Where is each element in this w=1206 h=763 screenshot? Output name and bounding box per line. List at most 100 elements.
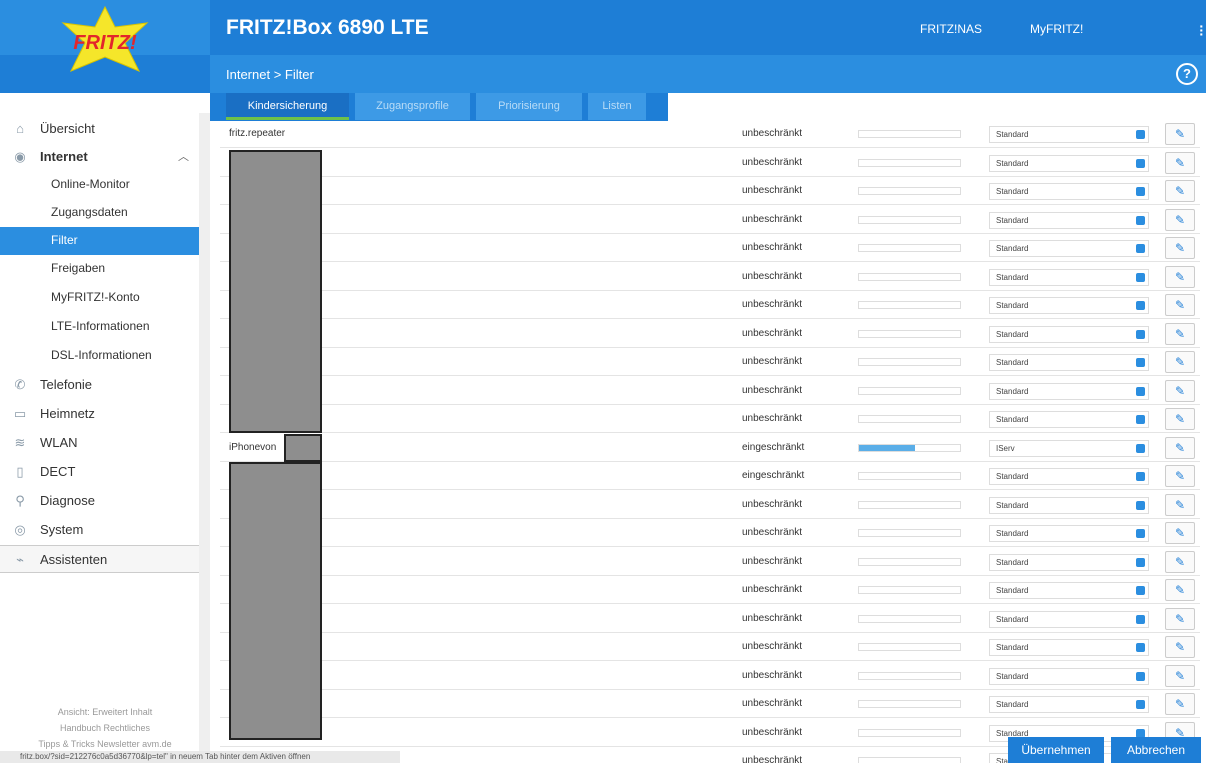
footer-links-tips[interactable]: Tipps & Tricks Newsletter avm.de xyxy=(0,739,210,749)
select-arrow-icon xyxy=(1136,614,1145,624)
edit-button[interactable]: ✎ xyxy=(1165,237,1195,259)
profile-select[interactable]: Standard xyxy=(989,154,1149,172)
profile-select[interactable]: Standard xyxy=(989,525,1149,542)
edit-button[interactable]: ✎ xyxy=(1165,265,1195,288)
edit-button[interactable]: ✎ xyxy=(1165,208,1195,231)
table-row: unbeschränkt Standard ✎ xyxy=(220,576,1200,604)
footer-links-manual[interactable]: Handbuch Rechtliches xyxy=(0,723,210,733)
footer-links-view[interactable]: Ansicht: Erweitert Inhalt xyxy=(0,707,210,717)
tab-kindersicherung[interactable]: Kindersicherung xyxy=(226,93,349,120)
edit-button[interactable]: ✎ xyxy=(1165,493,1195,516)
edit-button[interactable]: ✎ xyxy=(1165,351,1195,373)
profile-select[interactable]: Standard xyxy=(989,639,1149,656)
edit-button[interactable]: ✎ xyxy=(1165,579,1195,601)
edit-button[interactable]: ✎ xyxy=(1165,550,1195,573)
profile-select[interactable]: Standard xyxy=(989,468,1149,485)
device-name: iPhonevon xyxy=(229,441,277,453)
sidebar-item-telefonie[interactable]: ✆ Telefonie xyxy=(0,371,199,399)
edit-button[interactable]: ✎ xyxy=(1165,436,1195,459)
edit-button[interactable]: ✎ xyxy=(1165,294,1195,316)
usage-bar xyxy=(858,472,961,480)
profile-select[interactable]: Standard xyxy=(989,240,1149,257)
profile-select[interactable]: Standard xyxy=(989,411,1149,428)
sidebar-item-lte-informationen[interactable]: LTE-Informationen xyxy=(0,313,199,341)
edit-button[interactable]: ✎ xyxy=(1165,607,1195,630)
usage-bar xyxy=(858,244,961,252)
tab-zugangsprofile[interactable]: Zugangsprofile xyxy=(355,93,470,120)
profile-select[interactable]: Standard xyxy=(989,610,1149,628)
sidebar-item-dsl-informationen[interactable]: DSL-Informationen xyxy=(0,342,199,370)
edit-button[interactable]: ✎ xyxy=(1165,522,1195,544)
profile-select[interactable]: Standard xyxy=(989,297,1149,314)
sidebar-item-system[interactable]: ◎ System xyxy=(0,516,199,544)
edit-button[interactable]: ✎ xyxy=(1165,123,1195,145)
network-icon: ▭ xyxy=(13,406,27,421)
sidebar-item-zugangsdaten[interactable]: Zugangsdaten xyxy=(0,199,199,227)
myfritz-link[interactable]: MyFRITZ! xyxy=(1030,22,1083,36)
sidebar-item-dect[interactable]: ▯ DECT xyxy=(0,458,199,486)
profile-select[interactable]: Standard xyxy=(989,382,1149,400)
profile-select[interactable]: Standard xyxy=(989,354,1149,371)
help-icon[interactable]: ? xyxy=(1176,63,1198,85)
profile-select[interactable]: Standard xyxy=(989,211,1149,229)
edit-button[interactable]: ✎ xyxy=(1165,465,1195,487)
fritznas-link[interactable]: FRITZ!NAS xyxy=(920,22,982,36)
home-icon: ⌂ xyxy=(16,121,24,136)
tab-priorisierung[interactable]: Priorisierung xyxy=(476,93,582,120)
edit-button[interactable]: ✎ xyxy=(1165,180,1195,202)
edit-button[interactable]: ✎ xyxy=(1165,151,1195,174)
sidebar-item-wlan[interactable]: ≋ WLAN xyxy=(0,429,199,457)
cancel-button[interactable]: Abbrechen xyxy=(1111,737,1201,763)
profile-value: Standard xyxy=(996,614,1029,624)
pencil-icon: ✎ xyxy=(1174,326,1186,341)
table-row: unbeschränkt Standard ✎ xyxy=(220,519,1200,547)
profile-select[interactable]: Standard xyxy=(989,126,1149,143)
usage-bar xyxy=(858,500,961,509)
table-row: unbeschränkt Standard ✎ xyxy=(220,291,1200,319)
profile-select[interactable]: Standard xyxy=(989,582,1149,599)
sidebar-item-freigaben[interactable]: Freigaben xyxy=(0,255,199,283)
system-icon: ◎ xyxy=(14,522,26,537)
pencil-icon: ✎ xyxy=(1174,697,1186,711)
sidebar-item-online-monitor[interactable]: Online-Monitor xyxy=(0,171,199,199)
edit-button[interactable]: ✎ xyxy=(1165,664,1195,687)
edit-button[interactable]: ✎ xyxy=(1165,693,1195,715)
edit-button[interactable]: ✎ xyxy=(1165,379,1195,402)
access-status: unbeschränkt xyxy=(742,356,803,367)
redacted-block xyxy=(284,434,322,462)
profile-select[interactable]: Standard xyxy=(989,667,1149,685)
sidebar-item-diagnose[interactable]: ⚲ Diagnose xyxy=(0,487,199,515)
logo-area: FRITZ! xyxy=(0,0,210,93)
sidebar-item-uebersicht[interactable]: ⌂ Übersicht xyxy=(0,115,199,143)
sidebar-item-myfritz-konto[interactable]: MyFRITZ!-Konto xyxy=(0,284,199,312)
tab-listen[interactable]: Listen xyxy=(588,93,646,120)
profile-select[interactable]: Standard xyxy=(989,553,1149,571)
sidebar-item-assistenten[interactable]: ⌁ Assistenten xyxy=(0,545,199,573)
menu-dots-icon[interactable]: · · · xyxy=(1199,19,1204,41)
sidebar-item-internet[interactable]: ◉ Internet ︿ xyxy=(0,143,199,171)
profile-select[interactable]: Standard xyxy=(989,696,1149,713)
profile-select[interactable]: Standard xyxy=(989,183,1149,200)
edit-button[interactable]: ✎ xyxy=(1165,322,1195,345)
chevron-up-icon: ︿ xyxy=(178,151,189,163)
apply-button[interactable]: Übernehmen xyxy=(1008,737,1104,763)
profile-select[interactable]: IServ xyxy=(989,439,1149,457)
dect-icon: ▯ xyxy=(16,464,24,479)
profile-select[interactable]: Standard xyxy=(989,268,1149,286)
fritz-logo[interactable]: FRITZ! xyxy=(57,5,153,75)
pencil-icon: ✎ xyxy=(1174,554,1186,569)
usage-fill xyxy=(859,444,915,451)
select-arrow-icon xyxy=(1136,301,1145,310)
profile-select[interactable]: Standard xyxy=(989,496,1149,514)
access-status: unbeschränkt xyxy=(742,698,803,709)
pencil-icon: ✎ xyxy=(1174,469,1186,483)
profile-select[interactable]: Standard xyxy=(989,325,1149,343)
access-status: unbeschränkt xyxy=(742,213,803,225)
sidebar-item-heimnetz[interactable]: ▭ Heimnetz xyxy=(0,400,199,428)
edit-button[interactable]: ✎ xyxy=(1165,636,1195,658)
select-arrow-icon xyxy=(1136,586,1145,595)
edit-button[interactable]: ✎ xyxy=(1165,408,1195,430)
access-status: unbeschränkt xyxy=(742,413,803,424)
sidebar-item-filter[interactable]: Filter xyxy=(0,227,199,255)
usage-bar xyxy=(858,529,961,537)
